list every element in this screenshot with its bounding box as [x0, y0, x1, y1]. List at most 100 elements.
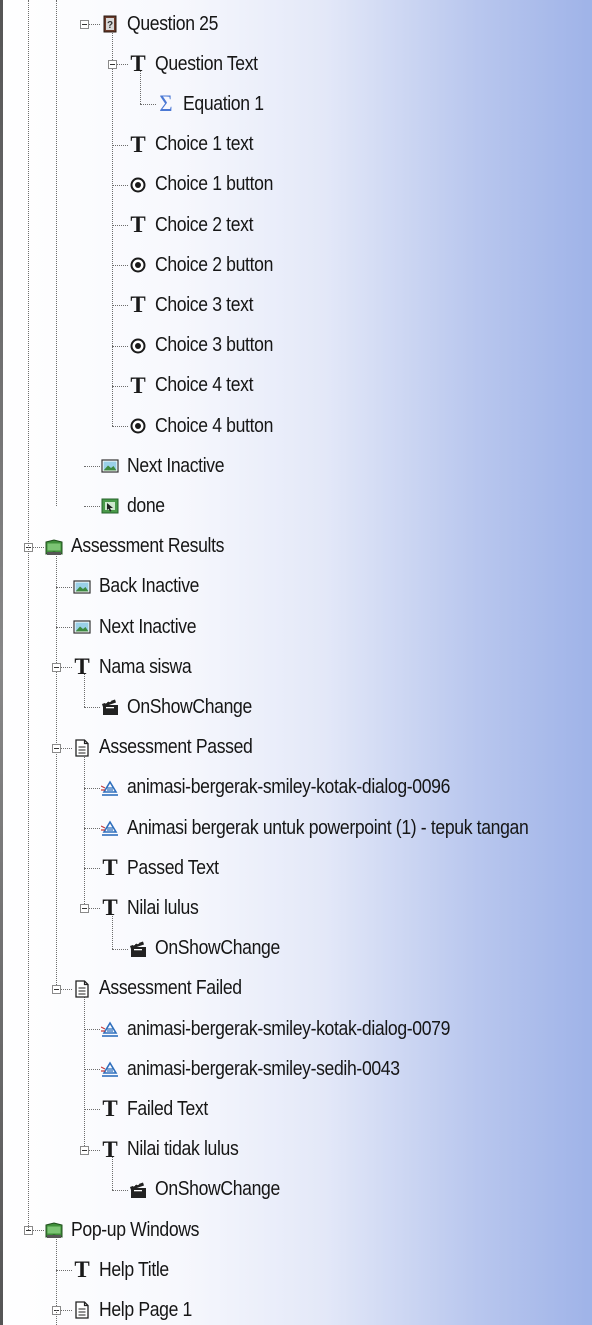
radio-button-icon [129, 337, 147, 355]
tree-connector-horizontal [112, 1189, 128, 1191]
tree-connector-horizontal [84, 707, 100, 709]
tree-node-choice-3-button[interactable]: Choice 3 button [129, 332, 289, 360]
tree-node-help-page-1[interactable]: Help Page 1 [73, 1296, 205, 1324]
tree-node-choice-2-text[interactable]: T Choice 2 text [129, 211, 267, 239]
tree-node-label: Failed Text [127, 1097, 208, 1120]
radio-button-icon [129, 417, 147, 435]
tree-connector-horizontal [140, 104, 156, 106]
tree-node-label: Choice 3 text [155, 293, 254, 316]
tree-node-label: Next Inactive [127, 454, 225, 477]
tree-connector-horizontal [61, 988, 72, 990]
clapperboard-icon [129, 1181, 147, 1199]
tree-node-anim-smiley-sedih-0043[interactable]: animasi-bergerak-smiley-sedih-0043 [101, 1055, 437, 1083]
tree-node-help-title[interactable]: T Help Title [73, 1256, 178, 1284]
text-icon: T [74, 654, 90, 680]
image-icon [73, 578, 91, 596]
tree-node-label: Next Inactive [99, 615, 197, 638]
text-icon: T [130, 212, 146, 237]
tree-node-label: Choice 4 text [155, 374, 254, 397]
tree-node-done[interactable]: done [101, 492, 170, 520]
tree-node-choice-2-button[interactable]: Choice 2 button [129, 251, 289, 279]
tree-node-assessment-results[interactable]: Assessment Results [45, 533, 245, 561]
tree-node-label: Choice 1 button [155, 173, 274, 196]
tree-node-label: Assessment Passed [99, 736, 253, 759]
tree-node-label: Animasi bergerak untuk powerpoint (1) - … [127, 816, 529, 839]
tree-node-label: Back Inactive [99, 575, 200, 598]
tree-connector-horizontal [61, 1310, 72, 1312]
text-icon: T [130, 131, 146, 157]
tree-node-onshowchange-2[interactable]: OnShowChange [129, 935, 297, 963]
page-icon [73, 738, 91, 757]
tree-node-nilai-tidak-lulus[interactable]: T Nilai tidak lulus [101, 1136, 254, 1164]
tree-node-label: Nilai tidak lulus [127, 1138, 239, 1161]
collapse-toggle-assessment-passed[interactable] [52, 743, 61, 753]
equation-icon: Σ [159, 91, 173, 117]
tree-node-nama-siswa[interactable]: T Nama siswa [73, 653, 204, 681]
chapter-book-icon [45, 538, 63, 556]
tree-connector-vertical [84, 753, 85, 909]
tree-node-label: Nama siswa [99, 655, 192, 678]
text-icon: T [102, 855, 118, 881]
tree-node-choice-1-text[interactable]: T Choice 1 text [129, 131, 267, 159]
tree-node-next-inactive-1[interactable]: Next Inactive [101, 452, 237, 480]
tree-node-label: Choice 4 button [155, 414, 274, 437]
tree-left-border [0, 0, 3, 1325]
text-icon: T [102, 1096, 118, 1122]
collapse-toggle-nilai-tidak-lulus[interactable] [80, 1145, 89, 1155]
clapperboard-icon [129, 940, 147, 958]
tree-node-question-25[interactable]: ? Question 25 [101, 10, 230, 38]
collapse-toggle-question-25[interactable] [80, 20, 89, 29]
tree-node-onshowchange-3[interactable]: OnShowChange [129, 1176, 297, 1204]
tree-connector-horizontal [112, 426, 128, 427]
clapperboard-icon [101, 698, 119, 716]
tree-connector-horizontal [84, 828, 100, 829]
tree-node-choice-4-button[interactable]: Choice 4 button [129, 412, 289, 440]
tree-node-anim-tepuk-tangan[interactable]: Animasi bergerak untuk powerpoint (1) - … [101, 814, 583, 842]
animation-icon [101, 819, 119, 837]
tree-node-nilai-lulus[interactable]: T Nilai lulus [101, 894, 208, 922]
tree-node-label: Help Title [99, 1258, 169, 1281]
tree-connector-vertical [56, 0, 57, 507]
text-icon: T [130, 51, 146, 77]
tree-connector-horizontal [84, 1109, 100, 1111]
course-tree[interactable]: ? Question 25 T Question Text Σ Equation 1 T Ch… [0, 0, 592, 1325]
tree-node-failed-text[interactable]: T Failed Text [101, 1095, 219, 1123]
tree-node-onshowchange-1[interactable]: OnShowChange [101, 693, 269, 721]
tree-connector-vertical [56, 552, 57, 989]
tree-node-label: done [127, 494, 165, 517]
page-icon [73, 1301, 91, 1320]
tree-node-passed-text[interactable]: T Passed Text [101, 854, 231, 882]
tree-node-next-inactive-2[interactable]: Next Inactive [73, 613, 209, 641]
collapse-toggle-nama-siswa[interactable] [52, 663, 61, 673]
tree-connector-horizontal [84, 506, 100, 508]
tree-node-assessment-passed[interactable]: Assessment Passed [73, 734, 273, 762]
tree-connector-horizontal [89, 908, 100, 910]
tree-node-assessment-failed[interactable]: Assessment Failed [73, 975, 261, 1003]
tree-node-label: OnShowChange [155, 1178, 280, 1201]
collapse-toggle-question-text[interactable] [108, 60, 117, 70]
tree-node-label: Choice 2 text [155, 213, 254, 236]
tree-connector-horizontal [117, 64, 128, 66]
tree-node-question-text[interactable]: T Question Text [129, 50, 272, 78]
tree-node-choice-3-text[interactable]: T Choice 3 text [129, 291, 267, 319]
chapter-book-icon [45, 1221, 63, 1239]
tree-connector-horizontal [84, 1069, 100, 1071]
collapse-toggle-nilai-lulus[interactable] [80, 904, 89, 914]
tree-node-popup-windows[interactable]: Pop-up Windows [45, 1216, 217, 1244]
tree-node-label: animasi-bergerak-smiley-kotak-dialog-009… [127, 776, 451, 799]
tree-node-label: Choice 3 button [155, 334, 274, 357]
tree-connector-vertical [28, 0, 29, 1230]
tree-node-label: animasi-bergerak-smiley-kotak-dialog-007… [127, 1017, 451, 1040]
tree-node-anim-smiley-kotak-0096[interactable]: animasi-bergerak-smiley-kotak-dialog-009… [101, 774, 494, 802]
tree-node-equation-1[interactable]: Σ Equation 1 [157, 90, 275, 118]
collapse-toggle-assessment-failed[interactable] [52, 984, 61, 994]
animation-icon [101, 1060, 119, 1078]
tree-connector-horizontal [61, 667, 72, 669]
tree-connector-horizontal [112, 184, 128, 186]
tree-node-choice-4-text[interactable]: T Choice 4 text [129, 372, 267, 400]
tree-node-choice-1-button[interactable]: Choice 1 button [129, 171, 289, 199]
tree-node-back-inactive[interactable]: Back Inactive [73, 573, 213, 601]
tree-node-anim-smiley-kotak-0079[interactable]: animasi-bergerak-smiley-kotak-dialog-007… [101, 1015, 494, 1043]
tree-connector-horizontal [89, 1149, 100, 1151]
tree-connector-horizontal [56, 586, 72, 588]
